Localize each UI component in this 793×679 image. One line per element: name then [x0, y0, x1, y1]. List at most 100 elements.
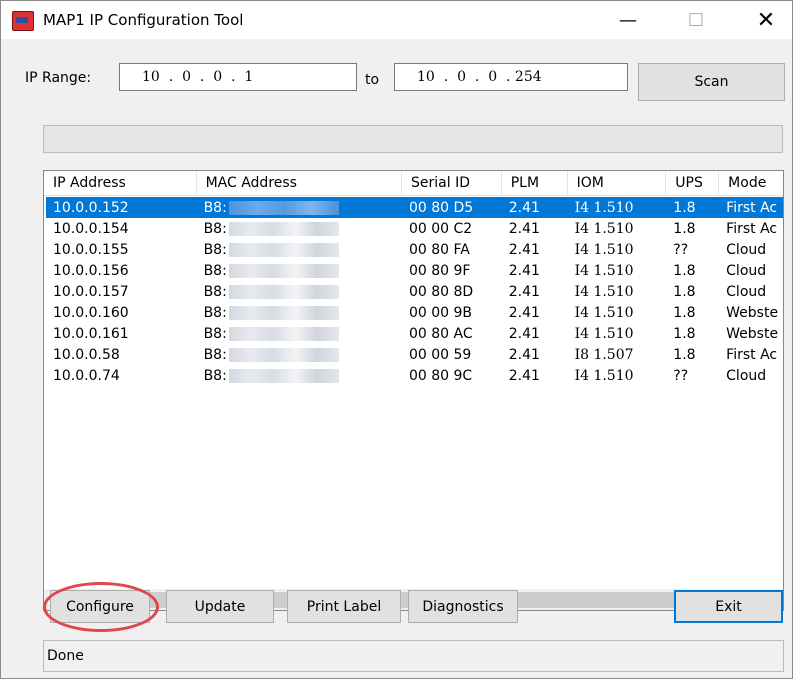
cell-iom: I4 1.510 [574, 283, 634, 300]
cell-ip: 10.0.0.155 [53, 241, 129, 258]
cell-ip: 10.0.0.157 [53, 283, 129, 300]
cell-ip: 10.0.0.156 [53, 262, 129, 279]
cell-iom: I4 1.510 [574, 199, 634, 216]
cell-mac: B8: [197, 347, 402, 363]
cell-plm: 2.41 [508, 220, 540, 237]
redacted-mac-blur [228, 284, 339, 299]
cell-mac: B8: [197, 368, 402, 384]
redacted-mac-blur [228, 221, 339, 236]
scan-button[interactable]: Scan [638, 63, 785, 101]
cell-ups: ?? [673, 367, 689, 384]
cell-serial: 00 80 9F [409, 262, 471, 279]
maximize-button[interactable]: ☐ [673, 1, 719, 39]
table-row[interactable]: 10.0.0.74 B8: 00 80 9C 2.41 I4 1.510?? Cloud [46, 365, 783, 386]
cell-mode: First Ac [726, 346, 778, 363]
cell-serial: 00 80 D5 [409, 199, 474, 216]
cell-ups: 1.8 [673, 304, 696, 321]
cell-serial: 00 80 8D [409, 283, 474, 300]
cell-mac: B8: [197, 242, 402, 258]
cell-ip: 10.0.0.154 [53, 220, 129, 237]
cell-mac: B8: [197, 305, 402, 321]
column-header-mac[interactable]: MAC Address [197, 171, 402, 195]
cell-plm: 2.41 [508, 199, 540, 216]
cell-plm: 2.41 [508, 283, 540, 300]
to-label: to [365, 72, 380, 88]
title-bar[interactable]: MAP1 IP Configuration Tool — ☐ ✕ [1, 1, 792, 39]
cell-serial: 00 00 C2 [409, 220, 473, 237]
progress-bar [43, 125, 783, 153]
app-logo-icon [12, 11, 34, 31]
cell-mode: Cloud [726, 241, 767, 258]
diagnostics-button[interactable]: Diagnostics [408, 590, 518, 623]
cell-serial: 00 80 FA [409, 241, 470, 258]
cell-iom: I4 1.510 [574, 262, 634, 279]
cell-plm: 2.41 [508, 325, 540, 342]
cell-serial: 00 80 9C [409, 367, 473, 384]
cell-mac: B8: [197, 263, 402, 279]
cell-ups: 1.8 [673, 220, 696, 237]
cell-ups: 1.8 [673, 283, 696, 300]
cell-mode: First Ac [726, 220, 778, 237]
redacted-mac-blur [228, 368, 339, 383]
status-bar: Done [43, 640, 784, 672]
cell-mode: Cloud [726, 283, 767, 300]
table-row[interactable]: 10.0.0.155 B8: 00 80 FA 2.41 I4 1.510?? Cloud [46, 239, 783, 260]
cell-ip: 10.0.0.152 [53, 199, 129, 216]
table-row[interactable]: 10.0.0.156 B8: 00 80 9F 2.41 I4 1.510 1.8 Clou… [46, 260, 783, 281]
window-title: MAP1 IP Configuration Tool [43, 11, 244, 29]
list-body: 10.0.0.152 B8: 00 80 D5 2.41 I4 1.510 1.8 Firs… [46, 197, 783, 386]
cell-serial: 00 00 59 [409, 346, 472, 363]
column-header-serial[interactable]: Serial ID [402, 171, 502, 195]
cell-mac: B8: [197, 221, 402, 237]
cell-ups: 1.8 [673, 325, 696, 342]
column-header-mode[interactable]: Mode [719, 171, 783, 195]
cell-iom: I4 1.510 [574, 304, 634, 321]
redacted-mac-blur [228, 200, 339, 215]
cell-plm: 2.41 [508, 346, 540, 363]
cell-mode: Cloud [726, 367, 767, 384]
cell-iom: I4 1.510 [574, 367, 634, 384]
cell-iom: I8 1.507 [574, 346, 634, 363]
table-row[interactable]: 10.0.0.161 B8: 00 80 AC 2.41 I4 1.510 1.8 Webs… [46, 323, 783, 344]
table-row[interactable]: 10.0.0.154 B8: 00 00 C2 2.41 I4 1.510 1.8 Firs… [46, 218, 783, 239]
device-list[interactable]: IP Address MAC Address Serial ID PLM IOM… [43, 170, 784, 611]
cell-mac: B8: [197, 200, 402, 216]
table-row[interactable]: 10.0.0.152 B8: 00 80 D5 2.41 I4 1.510 1.8 Firs… [46, 197, 783, 218]
cell-ip: 10.0.0.160 [53, 304, 129, 321]
minimize-button[interactable]: — [605, 1, 651, 39]
column-header-iom[interactable]: IOM [568, 171, 667, 195]
configure-button[interactable]: Configure [50, 590, 150, 623]
cell-mode: Cloud [726, 262, 767, 279]
cell-ups: 1.8 [673, 262, 696, 279]
table-row[interactable]: 10.0.0.157 B8: 00 80 8D 2.41 I4 1.510 1.8 Clou… [46, 281, 783, 302]
ip-start-field[interactable]: 10 . 0 . 0 . 1 [119, 63, 357, 91]
cell-ups: 1.8 [673, 199, 696, 216]
cell-mode: Webste [726, 304, 779, 321]
exit-button[interactable]: Exit [674, 590, 783, 623]
cell-mode: Webste [726, 325, 779, 342]
list-header: IP Address MAC Address Serial ID PLM IOM… [44, 171, 783, 196]
status-text: Done [47, 648, 84, 664]
redacted-mac-blur [228, 263, 339, 278]
cell-iom: I4 1.510 [574, 220, 634, 237]
redacted-mac-blur [228, 326, 339, 341]
table-row[interactable]: 10.0.0.160 B8: 00 00 9B 2.41 I4 1.510 1.8 Webs… [46, 302, 783, 323]
close-button[interactable]: ✕ [743, 1, 789, 39]
column-header-ups[interactable]: UPS [666, 171, 720, 195]
print-label-button[interactable]: Print Label [287, 590, 401, 623]
cell-ip: 10.0.0.74 [53, 367, 120, 384]
cell-ip: 10.0.0.58 [53, 346, 120, 363]
update-button[interactable]: Update [166, 590, 274, 623]
cell-mode: First Ac [726, 199, 778, 216]
column-header-ip[interactable]: IP Address [44, 171, 197, 195]
ip-end-field[interactable]: 10 . 0 . 0 . 254 [394, 63, 628, 91]
redacted-mac-blur [228, 242, 339, 257]
redacted-mac-blur [228, 347, 339, 362]
cell-ip: 10.0.0.161 [53, 325, 129, 342]
cell-plm: 2.41 [508, 367, 540, 384]
client-area: IP Range: 10 . 0 . 0 . 1 to 10 . 0 . 0 .… [1, 39, 792, 678]
column-header-plm[interactable]: PLM [502, 171, 568, 195]
cell-plm: 2.41 [508, 304, 540, 321]
table-row[interactable]: 10.0.0.58 B8: 00 00 59 2.41 I8 1.507 1.8 First… [46, 344, 783, 365]
redacted-mac-blur [228, 305, 339, 320]
